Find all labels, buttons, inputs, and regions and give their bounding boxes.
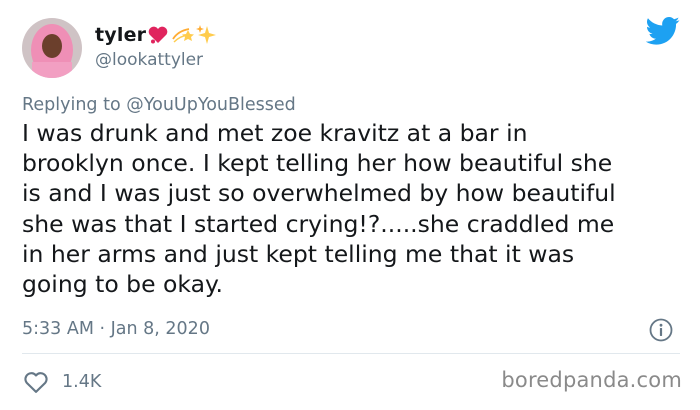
replying-to-prefix: Replying to	[22, 95, 121, 115]
divider	[22, 353, 680, 354]
tweet-timestamp[interactable]: 5:33 AM · Jan 8, 2020	[22, 319, 210, 339]
like-action[interactable]: 1.4K	[22, 368, 101, 396]
replying-to-line: Replying to @YouUpYouBlessed	[22, 95, 296, 115]
author-name-row[interactable]: tyler	[95, 23, 217, 47]
sparkles-emoji	[195, 24, 217, 46]
heart-exclamation-emoji	[147, 25, 169, 45]
twitter-bird-icon[interactable]	[645, 16, 680, 46]
tweet-text: I was drunk and met zoe kravitz at a bar…	[22, 119, 616, 299]
avatar[interactable]	[22, 18, 82, 78]
tweet-card: tyler @lookattyler Replying to @YouUpYou…	[0, 0, 700, 410]
display-name[interactable]: tyler	[95, 24, 146, 46]
info-icon[interactable]	[649, 318, 673, 342]
reply-mention-link[interactable]: @YouUpYouBlessed	[126, 95, 296, 115]
heart-icon[interactable]	[22, 368, 50, 396]
boredpanda-watermark: boredpanda.com	[501, 368, 682, 392]
like-count: 1.4K	[62, 372, 102, 392]
author-handle[interactable]: @lookattyler	[95, 50, 203, 70]
dizzy-star-emoji	[170, 25, 195, 45]
